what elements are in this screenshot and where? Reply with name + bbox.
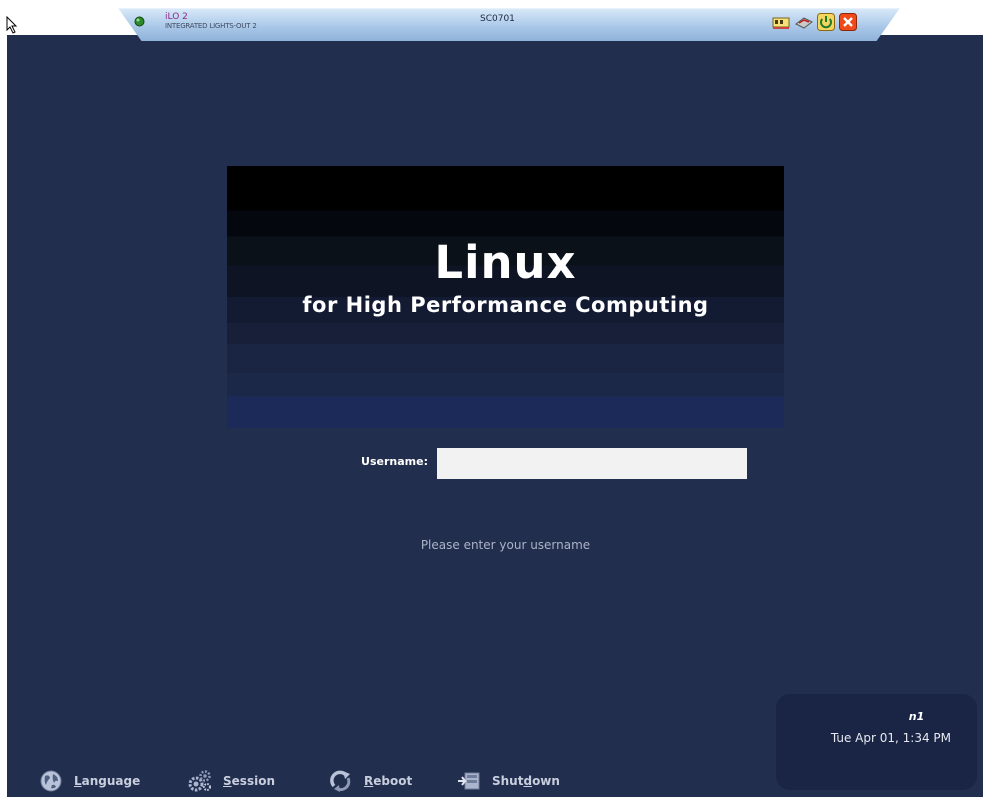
banner-title: Linux: [434, 236, 577, 289]
shutdown-label: Shutdown: [492, 774, 560, 788]
globe-icon: [40, 770, 62, 792]
reboot-button[interactable]: Reboot: [328, 766, 412, 796]
keyboard-icon[interactable]: [795, 13, 813, 31]
mouse-pointer-icon: [6, 16, 18, 34]
session-button[interactable]: Session: [187, 766, 275, 796]
shutdown-icon: [458, 772, 480, 790]
console-hostname: SC0701: [480, 14, 515, 24]
clock: Tue Apr 01, 1:34 PM: [830, 731, 951, 745]
host-clock-panel: n1 Tue Apr 01, 1:34 PM: [776, 694, 977, 790]
language-button[interactable]: Language: [38, 766, 140, 796]
close-icon[interactable]: [839, 13, 857, 31]
session-label: Session: [223, 774, 275, 788]
power-icon[interactable]: [817, 13, 835, 31]
banner-subtitle: for High Performance Computing: [302, 293, 709, 317]
login-message: Please enter your username: [420, 538, 591, 552]
username-input[interactable]: [437, 448, 747, 479]
network-icon[interactable]: [772, 13, 790, 31]
ilo-name: iLO 2: [165, 12, 188, 22]
language-label: Language: [74, 774, 141, 788]
shutdown-button[interactable]: Shutdown: [456, 766, 560, 796]
screen: iLO 2 INTEGRATED LIGHTS-OUT 2 SC0701 Lin…: [0, 0, 983, 797]
gears-icon: [188, 770, 211, 792]
status-led-icon: [134, 16, 145, 27]
distribution-banner: Linux for High Performance Computing: [227, 166, 784, 428]
reboot-label: Reboot: [364, 774, 413, 788]
ilo-subname: INTEGRATED LIGHTS-OUT 2: [165, 22, 257, 30]
reboot-icon: [330, 770, 351, 792]
username-label: Username:: [361, 455, 428, 468]
hostname: n1: [908, 710, 925, 723]
